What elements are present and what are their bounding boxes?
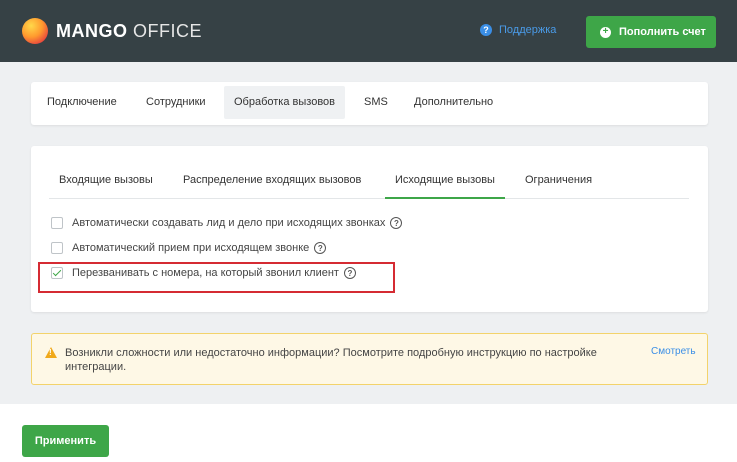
tab-restrictions[interactable]: Ограничения — [525, 166, 592, 198]
option-label: Автоматический прием при исходящем звонк… — [72, 242, 310, 254]
option-label: Автоматически создавать лид и дело при и… — [72, 217, 386, 229]
tab-incoming-distribution[interactable]: Распределение входящих вызовов — [183, 166, 361, 198]
tab-outgoing-calls[interactable]: Исходящие вызовы — [385, 166, 505, 199]
info-warning-banner: Возникли сложности или недостаточно инфо… — [31, 333, 708, 385]
logo-text: MANGO OFFICE — [56, 20, 202, 41]
auto-create-lead-checkbox[interactable] — [51, 217, 63, 229]
mango-office-logo[interactable]: MANGO OFFICE — [22, 15, 202, 47]
nav-item-additional[interactable]: Дополнительно — [404, 86, 503, 119]
highlight-box — [38, 262, 395, 293]
help-icon[interactable]: ? — [314, 242, 327, 254]
nav-item-connection[interactable]: Подключение — [37, 86, 127, 119]
top-header: MANGO OFFICE ? Поддержка + Пополнить сче… — [0, 0, 737, 62]
footer-bar: Применить — [0, 404, 737, 462]
option-auto-answer: Автоматический прием при исходящем звонк… — [51, 240, 327, 256]
nav-item-call-processing[interactable]: Обработка вызовов — [224, 86, 346, 119]
settings-nav: Подключение Сотрудники Обработка вызовов… — [31, 82, 708, 125]
apply-button[interactable]: Применить — [22, 425, 109, 457]
topup-label: Пополнить счет — [619, 26, 706, 38]
logo-circle-icon — [22, 18, 48, 44]
warning-icon — [45, 347, 57, 358]
tab-incoming-calls[interactable]: Входящие вызовы — [59, 166, 153, 198]
plus-icon: + — [600, 26, 611, 38]
question-icon: ? — [480, 24, 492, 36]
option-auto-create-lead: Автоматически создавать лид и дело при и… — [51, 215, 403, 231]
support-label: Поддержка — [499, 24, 557, 36]
nav-item-employees[interactable]: Сотрудники — [136, 86, 216, 119]
nav-item-sms[interactable]: SMS — [354, 86, 398, 119]
auto-answer-checkbox[interactable] — [51, 242, 63, 254]
warning-text: Возникли сложности или недостаточно инфо… — [65, 347, 597, 373]
support-link[interactable]: ? Поддержка — [480, 24, 556, 36]
help-icon[interactable]: ? — [390, 217, 403, 229]
topup-button[interactable]: + Пополнить счет — [586, 16, 716, 48]
view-instructions-link[interactable]: Смотреть — [651, 346, 696, 357]
subtabs: Входящие вызовы Распределение входящих в… — [49, 166, 689, 199]
